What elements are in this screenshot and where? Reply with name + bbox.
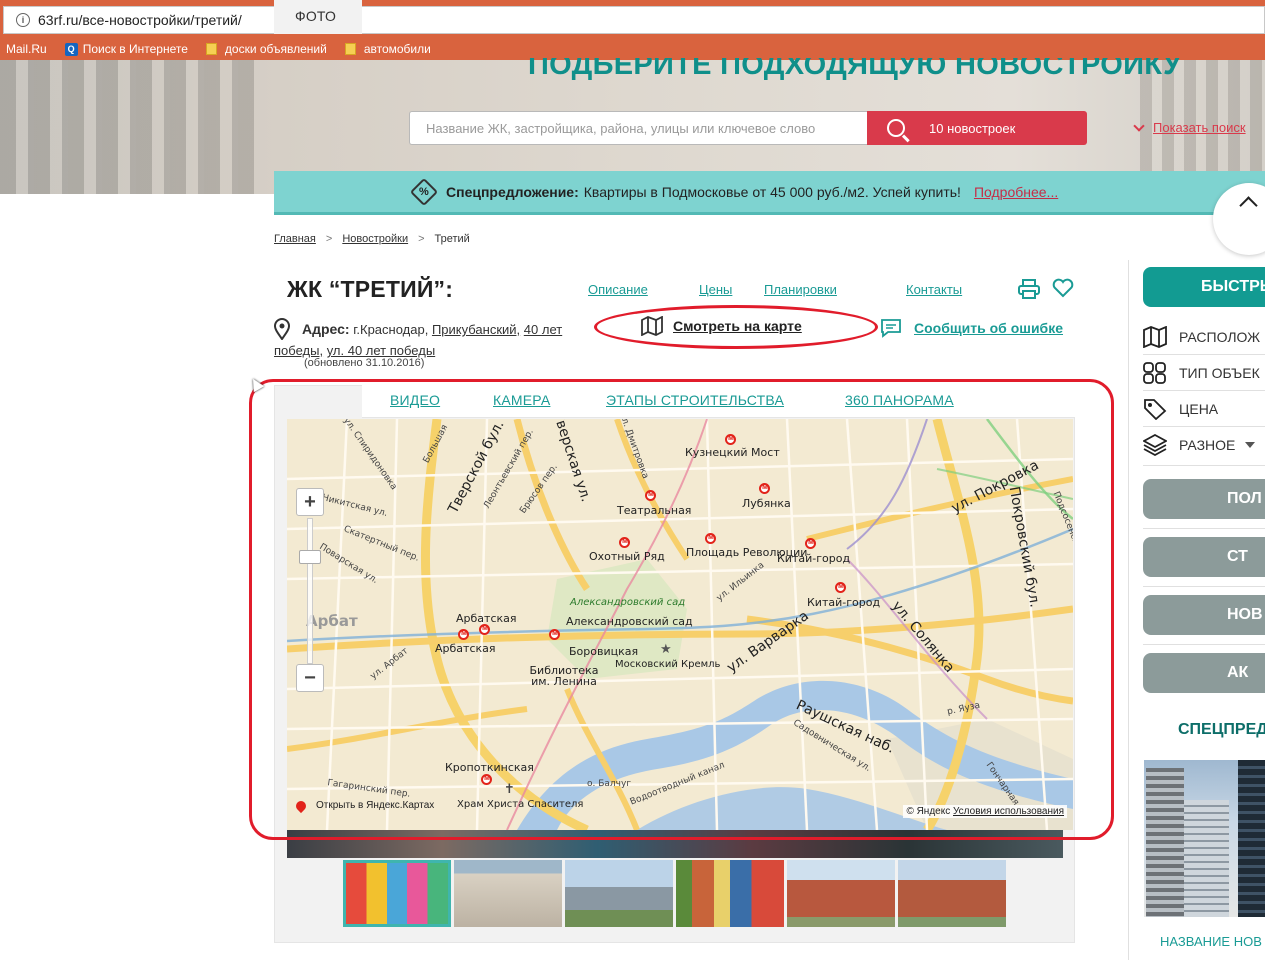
report-error-link[interactable]: Сообщить об ошибке — [880, 318, 1063, 338]
search-bookmark-icon: Q — [64, 42, 78, 56]
price-tag-icon — [1144, 399, 1167, 420]
photo-thumbnail[interactable] — [454, 860, 562, 927]
bookmark-folder-ads[interactable]: доски объявлений — [205, 42, 327, 56]
photo-thumbnail[interactable] — [898, 860, 1006, 927]
promo-more-link[interactable]: Подробнее... — [974, 184, 1058, 200]
bookmark-mailru[interactable]: Mail.Ru — [6, 42, 47, 56]
breadcrumb-new-buildings[interactable]: Новостройки — [342, 233, 408, 245]
hero-title: ПОДБЕРИТЕ ПОДХОДЯЩУЮ НОВОСТРОЙКУ — [528, 58, 1182, 80]
search-icon — [887, 119, 905, 137]
favorite-heart-icon[interactable] — [1052, 278, 1074, 298]
breadcrumb: Главная > Новостройки > Третий — [274, 233, 470, 245]
info-icon[interactable]: i — [16, 13, 30, 27]
special-offer-image[interactable] — [1144, 760, 1265, 917]
address-block: Адрес: г.Краснодар, Прикубанский, 40 лет… — [274, 321, 563, 358]
annotation-oval — [594, 305, 878, 349]
bookmark-search[interactable]: Q Поиск в Интернете — [64, 42, 188, 56]
caret-down-icon — [1245, 442, 1256, 448]
search-input[interactable]: Название ЖК, застройщика, района, улицы … — [409, 111, 867, 145]
breadcrumb-current: Третий — [434, 233, 470, 245]
grid-icon — [1143, 362, 1166, 384]
tab-photo[interactable]: ФОТО — [274, 0, 362, 34]
nav-plans[interactable]: Планировки — [764, 282, 837, 297]
breadcrumb-home[interactable]: Главная — [274, 233, 316, 245]
filter-misc[interactable]: РАЗНОЕ — [1143, 434, 1256, 456]
sidebar-button-1[interactable]: ПОЛ — [1143, 479, 1265, 519]
address-district-link[interactable]: Прикубанский, — [432, 322, 520, 337]
photo-thumbnail[interactable] — [565, 860, 673, 927]
special-offers-heading: СПЕЦПРЕД — [1178, 721, 1265, 738]
annotation-rectangle — [249, 379, 1114, 840]
show-search-link[interactable]: Показать поиск — [1133, 119, 1246, 135]
quick-search-button[interactable]: БЫСТРЫЙ — [1143, 267, 1265, 307]
layers-icon — [1143, 434, 1167, 456]
address-bar[interactable]: i 63rf.ru/все-новостройки/третий/ — [3, 6, 1265, 34]
photo-thumbnail[interactable] — [676, 860, 784, 927]
nav-contacts[interactable]: Контакты — [906, 282, 962, 297]
chevron-down-icon — [1133, 119, 1145, 132]
comment-icon — [881, 319, 901, 338]
promo-bar: % Спецпредложение: Квартиры в Подмосковь… — [274, 171, 1265, 215]
nav-description[interactable]: Описание — [588, 282, 648, 297]
updated-date: (обновлено 31.10.2016) — [304, 357, 425, 369]
filter-object-type[interactable]: ТИП ОБЪЕК — [1143, 362, 1260, 384]
map-icon — [1143, 326, 1167, 348]
filter-price[interactable]: ЦЕНА — [1143, 398, 1218, 420]
search-button[interactable]: 10 новостроек — [867, 111, 1087, 145]
sidebar-button-2[interactable]: СТ — [1143, 537, 1265, 577]
bookmarks-bar: Mail.Ru Q Поиск в Интернете доски объявле… — [0, 38, 1265, 60]
bookmark-folder-cars[interactable]: автомобили — [344, 42, 431, 56]
address-street2-link[interactable]: ул. 40 лет победы — [327, 343, 436, 358]
photo-thumbnail[interactable] — [343, 860, 451, 927]
special-offer-name[interactable]: НАЗВАНИЕ НОВ — [1160, 934, 1262, 949]
percent-icon: % — [409, 177, 439, 206]
nav-prices[interactable]: Цены — [699, 282, 732, 297]
sidebar-button-3[interactable]: НОВ — [1143, 595, 1265, 635]
sidebar-button-4[interactable]: АК — [1143, 653, 1265, 693]
browser-toolbar: i 63rf.ru/все-новостройки/третий/ — [0, 0, 1265, 38]
page-title: ЖК “ТРЕТИЙ”: — [287, 276, 454, 302]
filter-location[interactable]: РАСПОЛОЖ — [1143, 326, 1260, 348]
photo-thumbnail[interactable] — [787, 860, 895, 927]
folder-icon — [205, 43, 217, 55]
url-text: 63rf.ru/все-новостройки/третий/ — [38, 12, 242, 28]
folder-icon — [344, 43, 356, 55]
printer-icon[interactable] — [1018, 279, 1040, 299]
